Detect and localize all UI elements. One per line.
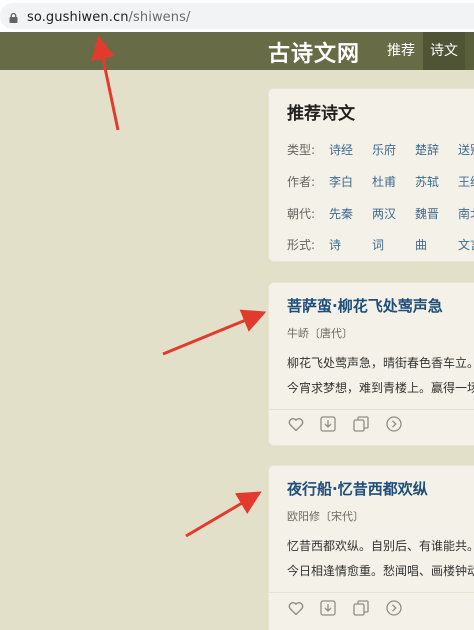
filter-link[interactable]: 楚辞 (415, 141, 439, 158)
filter-label: 类型: (287, 143, 316, 157)
url-path: /shiwens/ (128, 10, 191, 25)
nav-poems[interactable]: 诗文 (423, 32, 465, 70)
site-header: 古诗文网 推荐 诗文 (0, 32, 474, 70)
filter-link[interactable]: 王维 (458, 173, 474, 190)
poem-line: 忆昔西都欢纵。自别后、有谁能共。 (287, 539, 474, 553)
copy-icon[interactable] (352, 599, 370, 617)
nav-recommend[interactable]: 推荐 (381, 32, 421, 70)
poem-line: 今宵求梦想，难到青楼上。赢得一场 (287, 381, 474, 395)
download-icon[interactable] (319, 415, 337, 433)
url-field[interactable]: so.gushiwen.cn/shiwens/ (0, 3, 474, 29)
filter-link[interactable]: 乐府 (372, 141, 396, 158)
poem-title[interactable]: 夜行船·忆昔西都欢纵 (287, 478, 428, 499)
url-text: so.gushiwen.cn/shiwens/ (27, 10, 190, 25)
filter-link[interactable]: 诗经 (329, 141, 353, 158)
site-logo[interactable]: 古诗文网 (268, 36, 360, 68)
heart-icon[interactable] (287, 415, 305, 433)
lock-icon (9, 13, 18, 23)
nav-next-tab[interactable] (465, 32, 474, 70)
filter-link[interactable]: 词 (372, 236, 384, 253)
divider (269, 592, 474, 593)
filter-link[interactable]: 诗 (329, 236, 341, 253)
filter-link[interactable]: 南北 (458, 205, 474, 222)
chevron-right-icon[interactable] (385, 599, 403, 617)
filter-link[interactable]: 先秦 (329, 205, 353, 222)
filter-link[interactable]: 李白 (329, 173, 353, 190)
poem-toolbar (287, 415, 427, 433)
arrow-to-poem-1 (162, 309, 267, 356)
filter-link[interactable]: 曲 (415, 236, 427, 253)
download-icon[interactable] (319, 599, 337, 617)
poem-line: 今日相逢情愈重。愁闻唱、画楼钟动 (287, 564, 474, 578)
browser-address-bar: so.gushiwen.cn/shiwens/ (0, 0, 474, 32)
recommend-title: 推荐诗文 (287, 104, 355, 124)
heart-icon[interactable] (287, 599, 305, 617)
poem-toolbar (287, 599, 427, 617)
poem-line: 柳花飞处莺声急，晴街春色香车立。 (287, 356, 474, 370)
filter-label: 形式: (287, 238, 316, 252)
poem-author[interactable]: 欧阳修〔宋代〕 (287, 508, 364, 524)
filter-label: 作者: (287, 175, 316, 189)
poem-card: 夜行船·忆昔西都欢纵 欧阳修〔宋代〕 忆昔西都欢纵。自别后、有谁能共。 今日相逢… (268, 465, 474, 630)
filter-link[interactable]: 苏轼 (415, 173, 439, 190)
filter-link[interactable]: 两汉 (372, 205, 396, 222)
arrow-to-poem-2 (185, 491, 262, 538)
filter-link[interactable]: 杜甫 (372, 173, 396, 190)
filter-link[interactable]: 魏晋 (415, 205, 439, 222)
poem-author[interactable]: 牛峤〔唐代〕 (287, 325, 353, 341)
poem-title[interactable]: 菩萨蛮·柳花飞处莺声急 (287, 295, 443, 316)
filter-label: 朝代: (287, 207, 316, 221)
filter-link[interactable]: 送别 (458, 141, 474, 158)
poem-card: 菩萨蛮·柳花飞处莺声急 牛峤〔唐代〕 柳花飞处莺声急，晴街春色香车立。 今宵求梦… (268, 282, 474, 446)
divider (269, 409, 474, 410)
filter-link[interactable]: 文言 (458, 236, 474, 253)
chevron-right-icon[interactable] (385, 415, 403, 433)
copy-icon[interactable] (352, 415, 370, 433)
recommend-card: 推荐诗文 类型: 诗经 乐府 楚辞 送别 作者: 李白 杜甫 苏轼 王维 朝代:… (268, 88, 474, 262)
url-domain: so.gushiwen.cn (27, 10, 129, 25)
